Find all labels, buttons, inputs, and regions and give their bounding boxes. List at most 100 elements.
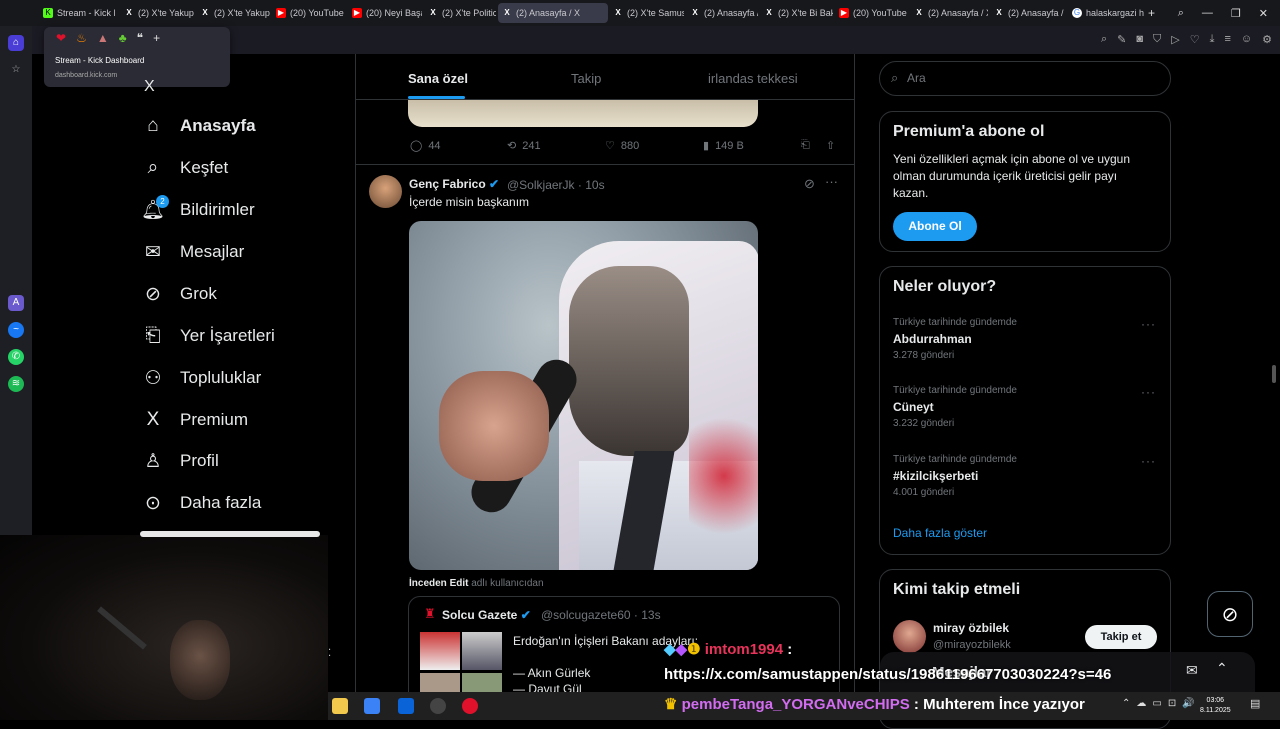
obs-icon[interactable] [430,698,446,714]
avatar[interactable] [369,175,402,208]
system-tray[interactable]: ⌃☁▭⊡🔊 [1122,698,1201,709]
download-icon[interactable]: ⤓ [1210,33,1215,46]
tab-4[interactable]: ▶ (20) YouTube [272,3,346,23]
tab-9[interactable]: X (2) Anasayfa / X [686,3,758,23]
subscribe-button[interactable]: Abone Ol [893,212,977,241]
folder-icon[interactable] [332,698,348,714]
like-button[interactable]: ♡ 880 [605,139,639,153]
reply-button[interactable]: ◯ 44 [410,139,441,153]
camera-icon[interactable]: ◙ [1136,33,1143,46]
home-icon[interactable]: ⌂ [8,35,24,51]
repost-button[interactable]: ⟲ 241 [507,139,541,153]
minimize-icon[interactable]: — [1202,7,1213,19]
quote-handle[interactable]: @solcugazete60 · 13s [541,608,661,622]
heart-icon[interactable]: ❤ [56,31,66,45]
store-icon[interactable] [364,698,380,714]
follow-name[interactable]: miray özbilek [933,621,1009,635]
shield-icon[interactable]: ⛉ [1153,33,1161,46]
search-icon: ⌕ [147,157,159,178]
maximize-icon[interactable]: ❐ [1231,7,1241,20]
nav-item-anasayfa[interactable]: ⌂ Anasayfa [142,112,255,140]
trend-title[interactable]: #kizilcikşerbeti [893,469,978,483]
follow-button[interactable]: Takip et [1085,625,1157,649]
nav-item-yer-i̇şaretleri[interactable]: ⎗ Yer İşaretleri [142,322,274,350]
aria-icon[interactable]: A [8,295,24,311]
tweet-handle[interactable]: @SolkjaerJk · 10s [507,178,605,192]
tab-3[interactable]: X (2) X'te Yakup T [196,3,270,23]
tab-label: halaskargazi ha [1086,8,1144,18]
tab-2[interactable]: X (2) X'te Yakup T [120,3,194,23]
avatar[interactable] [893,620,926,653]
tab-14[interactable]: Ghalaskargazi ha [1068,3,1144,23]
follow-handle: @mirayozbilekk [933,639,1011,651]
tweet-author-name[interactable]: Genç Fabrico ✔ [409,177,499,191]
nav-item-profil[interactable]: ♙ Profil [142,447,218,475]
trend-title[interactable]: Abdurrahman [893,332,972,346]
popup-title: Stream - Kick Dashboard [55,56,145,65]
tab-5[interactable]: ▶ (20) Neyi Başar [348,3,422,23]
previous-tweet-media[interactable] [408,100,758,127]
mountain-icon[interactable]: ▲ [97,31,109,45]
chat-text: Muhterem İnce yazıyor [923,696,1085,713]
play-icon[interactable]: ▷ [1171,33,1179,46]
nav-item-premium[interactable]: X Premium [142,406,248,434]
tab-8[interactable]: X (2) X'te Samust [609,3,684,23]
nav-item-grok[interactable]: ⊘ Grok [142,280,217,308]
edit-icon[interactable]: ✎ [1117,33,1126,46]
tab-for-you[interactable]: Sana özel [408,71,468,86]
opera-icon[interactable] [462,698,478,714]
tab-search-icon[interactable]: ⌕ [1178,7,1184,20]
more-icon[interactable]: ··· [1141,317,1156,331]
tab-community[interactable]: irlandas tekkesi [708,71,798,86]
tab-11[interactable]: ▶ (20) YouTube [835,3,908,23]
views-button[interactable]: ▮ 149 B [703,139,744,153]
spotify-icon[interactable]: ≋ [8,376,24,392]
profile-icon[interactable]: ☺ [1241,33,1252,46]
messenger-icon[interactable]: ~ [8,322,24,338]
share-icon[interactable]: ⇧ [826,139,835,152]
show-more-link[interactable]: Daha fazla göster [893,526,987,540]
notifications-icon[interactable]: ▤ [1250,697,1260,710]
close-icon[interactable]: ✕ [1259,7,1268,20]
add-icon[interactable]: + [153,31,160,45]
more-icon[interactable]: ··· [1141,385,1156,399]
search-icon[interactable]: ⌕ [1101,33,1107,46]
plant-icon[interactable]: ♣ [119,31,127,45]
bookmark-icon[interactable]: ⎗ [801,139,810,152]
expand-icon[interactable]: ⌃ [1216,660,1228,677]
nav-item-topluluklar[interactable]: ⚇ Topluluklar [142,364,261,392]
tab-following[interactable]: Takip [571,71,601,86]
tab-7[interactable]: X (2) Anasayfa / X [498,3,608,23]
fire-icon[interactable]: ♨ [76,31,87,45]
clock[interactable]: 03:06 8.11.2025 [1200,696,1231,716]
menu-icon[interactable]: ≡ [1224,33,1230,46]
nav-item-mesajlar[interactable]: ✉ Mesajlar [142,238,244,266]
quote-author-name[interactable]: Solcu Gazete ✔ [442,608,531,622]
heart-icon[interactable]: ♡ [1190,33,1200,46]
tab-12[interactable]: X (2) Anasayfa / X [910,3,988,23]
x-logo-icon[interactable]: X [144,78,155,96]
outlook-icon[interactable] [398,698,414,714]
scrollbar-thumb[interactable] [1272,365,1276,383]
more-icon[interactable]: ··· [825,174,838,189]
grok-button[interactable]: ⊘ [1207,591,1253,637]
tab-13[interactable]: X (2) Anasayfa / X [990,3,1066,23]
nav-item-bildirimler[interactable]: 🔔︎ 2 Bildirimler [141,195,255,224]
tab-1[interactable]: K Stream - Kick D [39,3,115,23]
trend-title[interactable]: Cüneyt [893,400,934,414]
tab-10[interactable]: X (2) X'te Bi Bakt [760,3,833,23]
quote-icon[interactable]: ❝ [137,31,143,45]
tweet-video[interactable] [409,221,758,570]
nav-item-daha-fazla[interactable]: ⊙ Daha fazla [142,489,261,517]
webcam-overlay [0,531,328,720]
grok-icon[interactable]: ⊘ [804,176,815,192]
whatsapp-icon[interactable]: ✆ [8,349,24,365]
tab-6[interactable]: X (2) X'te Politic T [424,3,496,23]
more-icon[interactable]: ··· [1141,454,1156,468]
settings-icon[interactable]: ⚙ [1262,33,1272,46]
new-tab-button[interactable]: + [1148,6,1155,20]
star-icon[interactable]: ☆ [8,62,24,78]
nav-item-keşfet[interactable]: ⌕ Keşfet [142,154,229,182]
compose-message-icon[interactable]: ✉ [1186,662,1198,679]
who-to-follow-title: Kimi takip etmeli [893,581,1021,598]
